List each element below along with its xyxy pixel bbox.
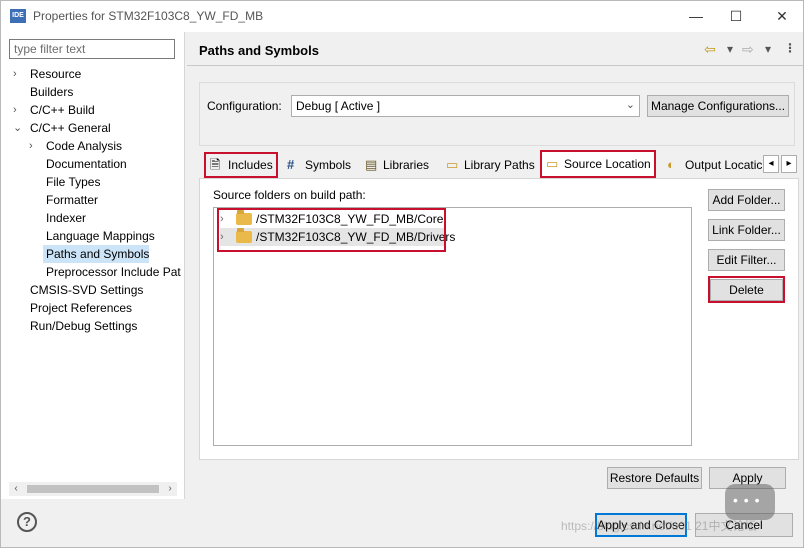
chevron-down-icon: ⌄ (625, 99, 635, 111)
edit-filter-button[interactable]: Edit Filter... (708, 249, 785, 271)
source-folders-list[interactable]: › /STM32F103C8_YW_FD_MB/Core › /STM32F10… (213, 207, 692, 446)
page-navigation: ⇦ ▾ ⇨ ▾ ⋮ (704, 41, 796, 59)
filter-input[interactable] (9, 39, 175, 59)
tree-item-label: Paths and Symbols (46, 247, 150, 261)
configuration-label: Configuration: (207, 99, 282, 113)
tree-item-label: Formatter (46, 193, 99, 207)
restore-defaults-label: Restore Defaults (609, 471, 700, 485)
tree-item-preprocessor-include[interactable]: Preprocessor Include Pat (29, 263, 185, 281)
tree-item-label: Indexer (46, 211, 87, 225)
properties-dialog: IDE Properties for STM32F103C8_YW_FD_MB … (0, 0, 804, 548)
configuration-select[interactable]: Debug [ Active ] ⌄ (291, 95, 640, 117)
tab-scroll-left-button[interactable]: ◂ (763, 155, 779, 173)
tree-item-label: Resource (30, 67, 82, 81)
folder-path: /STM32F103C8_YW_FD_MB/Drivers (256, 230, 456, 244)
scroll-left-icon[interactable]: ‹ (9, 482, 23, 496)
delete-button[interactable]: Delete (710, 279, 783, 301)
watermark-text: https://blog.csdn.net/u01 21中文论坛 (561, 519, 757, 533)
tab-source-location[interactable]: ▭ Source Location (541, 150, 655, 178)
tree-item-label: C/C++ General (30, 121, 111, 135)
folder-path: /STM32F103C8_YW_FD_MB/Core (256, 212, 444, 226)
apply-label: Apply (732, 471, 763, 485)
libraries-icon: ▤ (365, 157, 378, 172)
manage-configurations-button[interactable]: Manage Configurations... (647, 95, 789, 117)
list-item[interactable]: › /STM32F103C8_YW_FD_MB/Drivers (220, 228, 455, 246)
chevron-right-icon[interactable]: › (220, 228, 224, 246)
tree-item-label: Code Analysis (46, 139, 123, 153)
folder-icon: ▭ (446, 157, 459, 172)
tab-library-paths[interactable]: ▭ Library Paths (442, 152, 540, 178)
tree-item-paths-and-symbols[interactable]: Paths and Symbols (43, 245, 149, 263)
maximize-button[interactable]: ☐ (723, 6, 749, 26)
includes-icon: 🗎 (210, 157, 221, 172)
close-button[interactable]: ✕ (769, 6, 795, 26)
tree-item-label: Project References (30, 301, 133, 315)
window-title: Properties for STM32F103C8_YW_FD_MB (33, 9, 264, 23)
chevron-right-icon[interactable]: › (29, 137, 39, 155)
page-title: Paths and Symbols (199, 43, 319, 58)
tab-label: Source Location (564, 157, 651, 171)
scroll-right-icon[interactable]: › (163, 482, 177, 496)
tab-label: Includes (228, 158, 273, 172)
tab-output-location[interactable]: ◐ Output Locatic (663, 152, 763, 178)
hash-icon: # (287, 157, 295, 172)
chevron-right-icon[interactable]: › (220, 210, 224, 228)
tab-scroll-right-button[interactable]: ▸ (781, 155, 797, 173)
tree-item-label: C/C++ Build (30, 103, 95, 117)
left-navigation-panel: › Resource Builders › C/C++ Build ⌄ C/C+… (1, 32, 185, 499)
horizontal-scrollbar[interactable]: ‹ › (9, 482, 177, 496)
chevron-right-icon[interactable]: › (13, 65, 23, 83)
folder-icon (236, 228, 252, 243)
output-icon: ◐ (667, 157, 675, 172)
header-divider (187, 65, 803, 66)
list-item[interactable]: › /STM32F103C8_YW_FD_MB/Core (220, 210, 446, 228)
chevron-down-icon[interactable]: ⌄ (13, 119, 23, 137)
title-bar: IDE Properties for STM32F103C8_YW_FD_MB … (1, 1, 803, 32)
forward-arrow-icon[interactable]: ⇨ (742, 41, 754, 58)
tree-item-label: Preprocessor Include Pat (46, 265, 181, 279)
tab-label: Libraries (383, 158, 430, 172)
back-arrow-icon[interactable]: ⇦ (704, 41, 716, 58)
tab-libraries[interactable]: ▤ Libraries (361, 152, 439, 178)
add-folder-button[interactable]: Add Folder... (708, 189, 785, 211)
view-menu-icon[interactable]: ⋮ (784, 41, 796, 55)
source-folders-label: Source folders on build path: (213, 188, 366, 202)
ide-app-icon: IDE (10, 9, 26, 23)
tab-symbols[interactable]: # Symbols (283, 152, 359, 178)
tree-item-label: CMSIS-SVD Settings (30, 283, 144, 297)
tab-label: Library Paths (464, 158, 535, 172)
tab-label: Output Locatic (685, 158, 763, 172)
watermark-logo (725, 484, 775, 520)
link-folder-button[interactable]: Link Folder... (708, 219, 785, 241)
tree-item-label: Documentation (46, 157, 127, 171)
folder-open-icon: ▭ (546, 156, 559, 171)
tree-item-label: File Types (46, 175, 101, 189)
tree-item-label: Builders (30, 85, 74, 99)
tab-includes[interactable]: 🗎 Includes (206, 152, 278, 178)
scrollbar-thumb[interactable] (27, 485, 159, 493)
chevron-down-icon[interactable]: ▾ (727, 42, 733, 56)
minimize-button[interactable]: — (683, 6, 709, 26)
chevron-right-icon[interactable]: › (13, 101, 23, 119)
configuration-value: Debug [ Active ] (296, 99, 381, 113)
tab-bar: 🗎 Includes # Symbols ▤ Libraries ▭ Libra… (199, 150, 799, 178)
folder-icon (236, 210, 252, 225)
help-icon[interactable]: ? (17, 512, 37, 532)
tree-item-label: Language Mappings (46, 229, 155, 243)
restore-defaults-button[interactable]: Restore Defaults (607, 467, 702, 489)
chevron-down-icon[interactable]: ▾ (765, 42, 771, 56)
tree-item-label: Run/Debug Settings (30, 319, 138, 333)
tab-label: Symbols (305, 158, 352, 172)
